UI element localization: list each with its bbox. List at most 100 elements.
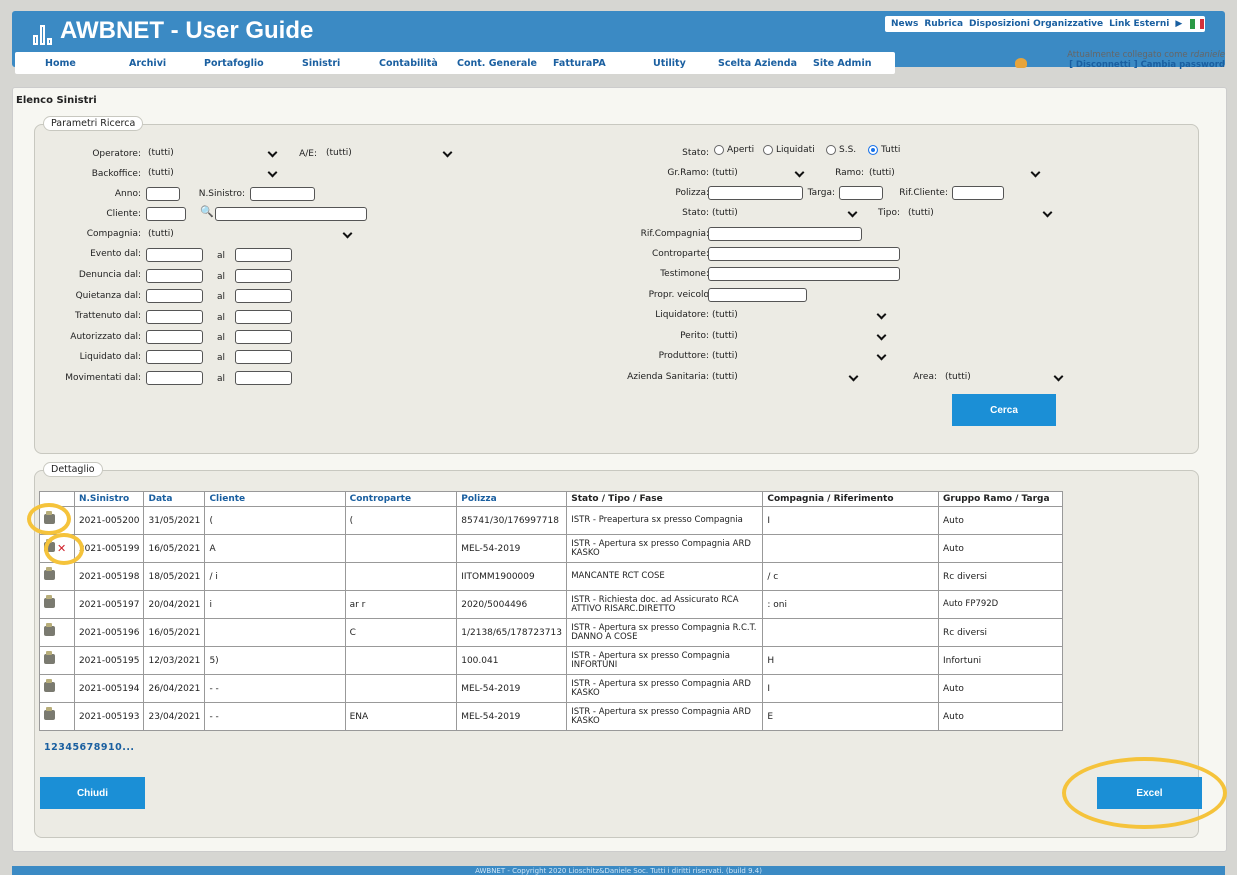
link-esterni[interactable]: Link Esterni [1109,19,1169,29]
search-icon[interactable]: 🔍 [200,205,214,218]
edit-icon[interactable] [44,623,55,636]
edit-icon[interactable] [44,651,55,664]
rifcliente-input[interactable] [952,186,1004,200]
radio-tutti[interactable]: Tutti [868,145,900,155]
radio-aperti[interactable]: Aperti [714,145,754,155]
anno-input[interactable] [146,187,180,201]
col-polizza[interactable]: Polizza [456,491,568,507]
radio-liquidati[interactable]: Liquidati [763,145,815,155]
liquidato-to[interactable] [235,350,292,364]
azienda-select[interactable]: (tutti) [710,370,860,384]
nav-scelta-azienda[interactable]: Scelta Azienda [718,58,797,69]
col-data[interactable]: Data [143,491,206,507]
col-stato: Stato / Tipo / Fase [566,491,764,507]
al-label: al [217,313,226,323]
stato2-label: Stato: [682,208,709,218]
cell-polizza: 85741/30/176997718 [456,506,568,535]
grramo-select[interactable]: (tutti) [710,166,806,180]
operatore-select[interactable]: (tutti) [146,146,279,160]
quietanza-to[interactable] [235,289,292,303]
cell-compagnia: I [762,674,939,703]
edit-icon[interactable] [44,595,55,608]
radio-ss[interactable]: S.S. [826,145,856,155]
movimentati-to[interactable] [235,371,292,385]
nsinistro-input[interactable] [250,187,315,201]
movimentati-from[interactable] [146,371,203,385]
area-select[interactable]: (tutti) [943,370,1065,384]
change-password-link[interactable]: Cambia password [1141,60,1225,70]
edit-icon[interactable] [44,707,55,720]
highlight-ring-edit [27,503,71,535]
cell-data: 18/05/2021 [143,562,206,591]
nav-contabilita[interactable]: Contabilità [379,58,438,69]
autorizzato-label: Autorizzato dal: [70,332,141,342]
chiudi-button[interactable]: Chiudi [40,777,145,809]
testimone-input[interactable] [708,267,900,281]
nav-cont-generale[interactable]: Cont. Generale [457,58,537,69]
ramo-label: Ramo: [835,168,864,178]
main-nav: Home Archivi Portafoglio Sinistri Contab… [15,52,895,74]
polizza-input[interactable] [708,186,803,200]
cell-polizza: MEL-54-2019 [456,702,568,731]
link-rubrica[interactable]: Rubrica [924,19,963,29]
col-controparte[interactable]: Controparte [344,491,458,507]
liquidato-label: Liquidato dal: [79,352,141,362]
cerca-button[interactable]: Cerca [952,394,1056,426]
proprveicolo-input[interactable] [708,288,807,302]
stato2-select[interactable]: (tutti) [710,206,859,220]
targa-input[interactable] [839,186,883,200]
cliente-code-input[interactable] [146,207,186,221]
autorizzato-from[interactable] [146,330,203,344]
liquidatore-select[interactable]: (tutti) [710,308,888,322]
rifcompagnia-input[interactable] [708,227,862,241]
nav-utility[interactable]: Utility [653,58,686,69]
area-label: Area: [913,372,937,382]
table-row: 2021-005198 18/05/2021 / i IITOMM1900009… [39,562,1063,591]
compagnia-select[interactable]: (tutti) [146,227,354,241]
nav-portafoglio[interactable]: Portafoglio [204,58,264,69]
trattenuto-from[interactable] [146,310,203,324]
nav-site-admin[interactable]: Site Admin [813,58,871,69]
highlight-ring-delete [44,533,84,565]
nav-archivi[interactable]: Archivi [129,58,166,69]
disconnect-link[interactable]: Disconnetti [1076,60,1131,70]
liquidato-from[interactable] [146,350,203,364]
denuncia-to[interactable] [235,269,292,283]
quietanza-from[interactable] [146,289,203,303]
cell-stato: ISTR - Apertura sx presso Compagnia INFO… [566,646,764,675]
trattenuto-to[interactable] [235,310,292,324]
ae-select[interactable]: (tutti) [324,146,454,160]
cliente-name-input[interactable] [215,207,367,221]
link-news[interactable]: News [891,19,918,29]
evento-to[interactable] [235,248,292,262]
produttore-select[interactable]: (tutti) [710,349,888,363]
controparte-input[interactable] [708,247,900,261]
link-disposizioni[interactable]: Disposizioni Organizzative [969,19,1103,29]
nav-home[interactable]: Home [45,58,76,69]
cell-compagnia [762,618,939,647]
col-cliente[interactable]: Cliente [204,491,346,507]
evento-from[interactable] [146,248,203,262]
page-title: Elenco Sinistri [16,95,97,106]
liquidatore-label: Liquidatore: [655,310,709,320]
logo-bars-icon [33,21,52,45]
col-nsinistro[interactable]: N.Sinistro [73,491,145,507]
ae-label: A/E: [299,149,317,159]
autorizzato-to[interactable] [235,330,292,344]
italian-flag-icon[interactable] [1190,19,1205,29]
nav-fatturapa[interactable]: FatturaPA [553,58,606,69]
nav-sinistri[interactable]: Sinistri [302,58,340,69]
controparte-label: Controparte: [651,249,709,259]
highlight-ring-excel [1062,757,1227,829]
backoffice-select[interactable]: (tutti) [146,166,279,180]
edit-icon[interactable] [44,567,55,580]
denuncia-from[interactable] [146,269,203,283]
ramo-select[interactable]: (tutti) [867,166,1042,180]
tipo-select[interactable]: (tutti) [906,206,1054,220]
perito-select[interactable]: (tutti) [710,329,888,343]
search-legend: Parametri Ricerca [43,116,144,131]
cell-polizza: 1/2138/65/178723713 [456,618,568,647]
edit-icon[interactable] [44,679,55,692]
user-name: rdaniele [1190,50,1225,60]
pagination[interactable]: 12345678910... [44,742,135,753]
